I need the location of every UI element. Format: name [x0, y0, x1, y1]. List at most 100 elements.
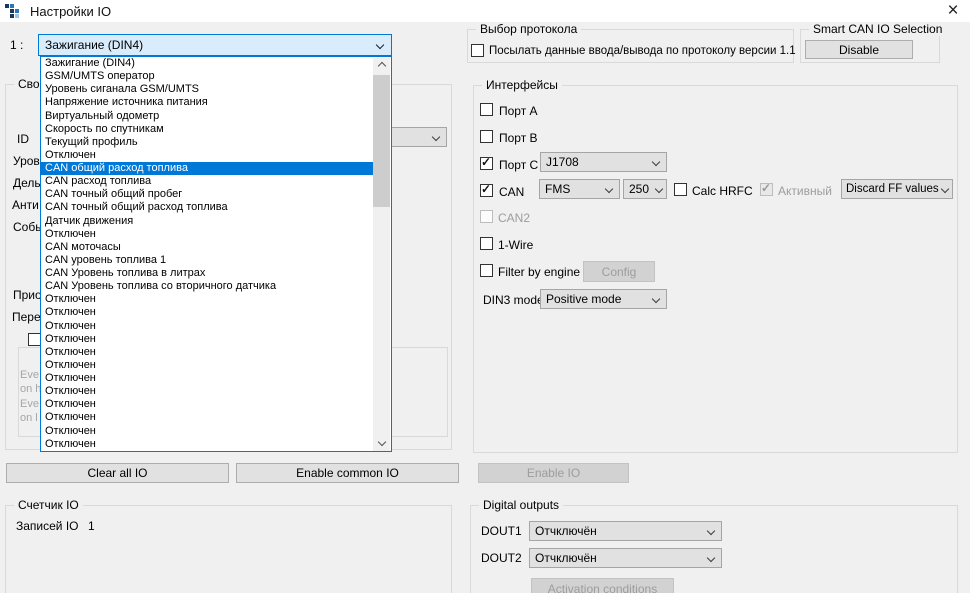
dropdown-option[interactable]: Отключен: [41, 438, 374, 451]
calc-hrfc-label: Calc HRFC: [692, 184, 753, 198]
chevron-down-icon: [605, 185, 613, 193]
can2-label: CAN2: [498, 211, 530, 225]
port-a-checkbox[interactable]: [480, 103, 493, 116]
scroll-down-icon[interactable]: [373, 434, 390, 451]
title-bar: Настройки IO ×: [0, 0, 970, 22]
dropdown-option[interactable]: Зажигание (DIN4): [41, 57, 374, 70]
io-dropdown-items: Зажигание (DIN4)GSM/UMTS операторУровень…: [41, 57, 391, 451]
dropdown-option[interactable]: CAN точный общий расход топлива: [41, 201, 374, 214]
close-icon[interactable]: ×: [940, 0, 966, 22]
dropdown-option[interactable]: Отключен: [41, 333, 374, 346]
one-wire-label: 1-Wire: [498, 238, 533, 252]
dropdown-option[interactable]: Отключен: [41, 372, 374, 385]
smart-can-group-title: Smart CAN IO Selection: [809, 22, 946, 36]
one-wire-checkbox[interactable]: [480, 237, 493, 250]
dout1-combobox[interactable]: Отчключён: [529, 521, 722, 541]
field-label-id: ID: [17, 132, 29, 146]
port-c-checkbox[interactable]: [480, 157, 493, 170]
chevron-down-icon: [707, 554, 715, 562]
activation-conditions-button: Activation conditions: [531, 578, 674, 593]
event-line-3: Eve: [20, 398, 39, 410]
scrollbar-thumb[interactable]: [373, 75, 390, 207]
smart-can-disable-button[interactable]: Disable: [805, 40, 913, 59]
can2-checkbox: [480, 210, 493, 223]
dropdown-option[interactable]: Отключен: [41, 149, 374, 162]
dropdown-option[interactable]: Отключен: [41, 228, 374, 241]
chevron-down-icon: [941, 185, 949, 193]
io-records-value: 1: [88, 519, 95, 533]
protocol-group-title: Выбор протокола: [476, 22, 581, 36]
io-settings-window: Настройки IO × Свой ID Уров Дель Анти Со…: [0, 0, 970, 593]
dropdown-option[interactable]: Текущий профиль: [41, 136, 374, 149]
protocol-v11-checkbox[interactable]: [471, 44, 484, 57]
can-speed-combobox[interactable]: 250: [623, 179, 667, 199]
scroll-up-icon[interactable]: [373, 58, 390, 75]
io-dropdown-list: Зажигание (DIN4)GSM/UMTS операторУровень…: [40, 56, 392, 452]
protocol-v11-label: Посылать данные ввода/вывода по протокол…: [489, 45, 796, 57]
chevron-down-icon: [707, 527, 715, 535]
dropdown-scrollbar[interactable]: [373, 58, 390, 451]
event-line-1: Eve: [20, 369, 39, 381]
dropdown-option[interactable]: GSM/UMTS оператор: [41, 70, 374, 83]
io-index-label: 1 :: [10, 38, 23, 52]
dropdown-option[interactable]: CAN Уровень топлива со вторичного датчик…: [41, 280, 374, 293]
dropdown-option[interactable]: CAN точный общий пробег: [41, 188, 374, 201]
dropdown-option[interactable]: Отключен: [41, 425, 374, 438]
interfaces-group-title: Интерфейсы: [482, 78, 562, 92]
dropdown-option[interactable]: Виртуальный одометр: [41, 110, 374, 123]
dropdown-option[interactable]: Отключен: [41, 411, 374, 424]
clear-all-io-button[interactable]: Clear all IO: [6, 463, 229, 483]
field-label-anti: Анти: [12, 198, 39, 212]
io-counter-group-title: Счетчик IO: [14, 498, 83, 512]
dropdown-option[interactable]: CAN общий расход топлива: [41, 162, 374, 175]
dropdown-option[interactable]: Отключен: [41, 320, 374, 333]
dout1-value: Отчключён: [535, 524, 597, 538]
can-protocol-combobox[interactable]: FMS: [539, 179, 620, 199]
chevron-down-icon: [376, 41, 384, 49]
filter-by-engine-checkbox[interactable]: [480, 264, 493, 277]
port-b-label: Порт B: [499, 131, 538, 145]
chevron-down-icon: [432, 133, 440, 141]
io-combobox[interactable]: Зажигание (DIN4): [38, 34, 392, 56]
ff-values-combobox[interactable]: Discard FF values: [841, 179, 953, 199]
dropdown-option[interactable]: Отключен: [41, 293, 374, 306]
dout2-combobox[interactable]: Отчключён: [529, 548, 722, 568]
dropdown-option[interactable]: CAN моточасы: [41, 241, 374, 254]
chevron-down-icon: [652, 295, 660, 303]
app-logo-icon: [5, 3, 23, 21]
can-label: CAN: [499, 185, 524, 199]
dropdown-option[interactable]: CAN уровень топлива 1: [41, 254, 374, 267]
port-a-label: Порт A: [499, 104, 538, 118]
active-label: Активный: [778, 184, 832, 198]
dropdown-option[interactable]: Отключен: [41, 385, 374, 398]
port-c-protocol-combobox[interactable]: J1708: [540, 152, 667, 172]
dropdown-option[interactable]: Напряжение источника питания: [41, 96, 374, 109]
enable-common-io-button[interactable]: Enable common IO: [236, 463, 459, 483]
dropdown-option[interactable]: CAN Уровень топлива в литрах: [41, 267, 374, 280]
dropdown-option[interactable]: CAN расход топлива: [41, 175, 374, 188]
digital-outputs-group-title: Digital outputs: [479, 498, 563, 512]
field-label-level: Уров: [13, 154, 40, 168]
dropdown-option[interactable]: Отключен: [41, 346, 374, 359]
calc-hrfc-checkbox[interactable]: [674, 183, 687, 196]
dout1-label: DOUT1: [481, 524, 522, 538]
chevron-down-icon: [655, 185, 663, 193]
io-records-label: Записей IO: [16, 519, 79, 533]
dout2-label: DOUT2: [481, 551, 522, 565]
dropdown-option[interactable]: Датчик движения: [41, 215, 374, 228]
active-checkbox: [760, 183, 773, 196]
port-b-checkbox[interactable]: [480, 130, 493, 143]
can-protocol-value: FMS: [545, 182, 570, 196]
dropdown-option[interactable]: Отключен: [41, 398, 374, 411]
dropdown-option[interactable]: Отключен: [41, 306, 374, 319]
chevron-down-icon: [652, 158, 660, 166]
ff-values-value: Discard FF values: [846, 183, 939, 195]
event-line-2: on h: [20, 383, 41, 395]
dropdown-option[interactable]: Скорость по спутникам: [41, 123, 374, 136]
din3-mode-value: Positive mode: [546, 292, 621, 306]
can-checkbox[interactable]: [480, 184, 493, 197]
din3-mode-combobox[interactable]: Positive mode: [540, 289, 667, 309]
dropdown-option[interactable]: Отключен: [41, 359, 374, 372]
dropdown-option[interactable]: Уровень сиганала GSM/UMTS: [41, 83, 374, 96]
event-line-4: on l: [20, 412, 38, 424]
